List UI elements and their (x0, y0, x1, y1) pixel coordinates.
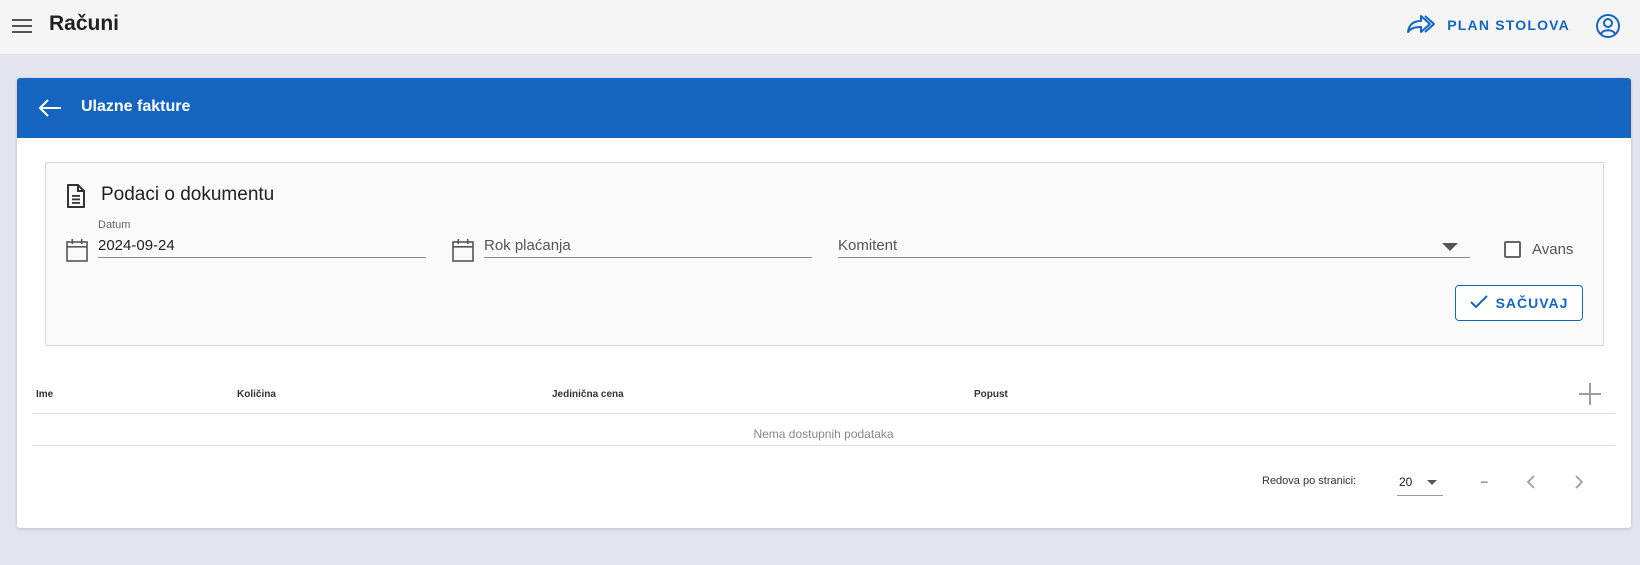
app-bar: Računi PLAN STOLOVA (0, 0, 1640, 55)
table-header-divider (32, 413, 1615, 414)
calendar-icon[interactable] (451, 237, 475, 263)
datum-label: Datum (98, 219, 131, 231)
previous-page-button[interactable] (1517, 468, 1545, 496)
column-header-ime[interactable]: Ime (36, 389, 53, 400)
rok-placanja-placeholder: Rok plaćanja (484, 237, 571, 254)
datum-underline (98, 257, 426, 258)
page-title: Ulazne fakture (81, 98, 191, 115)
column-header-jedinicna-cena[interactable]: Jedinična cena (552, 389, 624, 400)
chevron-down-icon[interactable] (1442, 243, 1458, 251)
avans-checkbox[interactable] (1504, 241, 1521, 258)
datum-value: 2024-09-24 (98, 237, 175, 254)
rows-per-page-select[interactable]: 20 (1397, 468, 1443, 496)
document-icon (64, 183, 88, 209)
invoice-card: Ulazne fakture Podaci o dokumentu Datum (17, 78, 1631, 528)
save-label: SAČUVAJ (1495, 295, 1569, 311)
arrow-left-icon[interactable] (37, 96, 63, 120)
account-circle-icon[interactable] (1594, 12, 1622, 40)
table-empty-message: Nema dostupnih podataka (753, 427, 894, 441)
next-page-button[interactable] (1565, 468, 1593, 496)
check-icon (1469, 294, 1488, 312)
table-row-divider (32, 445, 1615, 446)
card-header: Ulazne fakture (17, 78, 1631, 138)
komitent-placeholder: Komitent (838, 237, 898, 254)
datum-field[interactable]: Datum 2024-09-24 (98, 219, 428, 259)
rows-per-page-underline (1397, 495, 1443, 496)
share-forward-icon (1405, 12, 1436, 39)
plus-icon[interactable] (1577, 381, 1603, 407)
document-details-panel: Podaci o dokumentu Datum 2024-09-24 Rok … (45, 162, 1604, 346)
avans-label: Avans (1532, 241, 1574, 258)
plan-stolova-button[interactable]: PLAN STOLOVA (1405, 10, 1570, 40)
rok-placanja-underline (484, 257, 812, 258)
section-title: Podaci o dokumentu (101, 184, 275, 205)
plan-stolova-label: PLAN STOLOVA (1447, 17, 1570, 33)
rows-per-page-value: 20 (1399, 475, 1413, 489)
chevron-left-icon (1517, 475, 1545, 500)
komitent-select[interactable]: Komitent (838, 219, 1470, 259)
column-header-popust[interactable]: Popust (974, 389, 1008, 400)
rows-per-page-label: Redova po stranici: (1262, 475, 1357, 487)
hamburger-menu-icon[interactable] (10, 14, 34, 38)
rok-placanja-field[interactable]: Rok plaćanja (484, 219, 814, 259)
calendar-icon[interactable] (65, 237, 89, 263)
chevron-right-icon (1565, 475, 1593, 500)
komitent-underline (838, 257, 1470, 258)
save-button[interactable]: SAČUVAJ (1455, 285, 1583, 321)
column-header-kolicina[interactable]: Količina (237, 389, 276, 400)
page-range-text: – (1481, 474, 1488, 488)
app-title: Računi (49, 12, 120, 35)
chevron-down-icon (1427, 480, 1437, 485)
